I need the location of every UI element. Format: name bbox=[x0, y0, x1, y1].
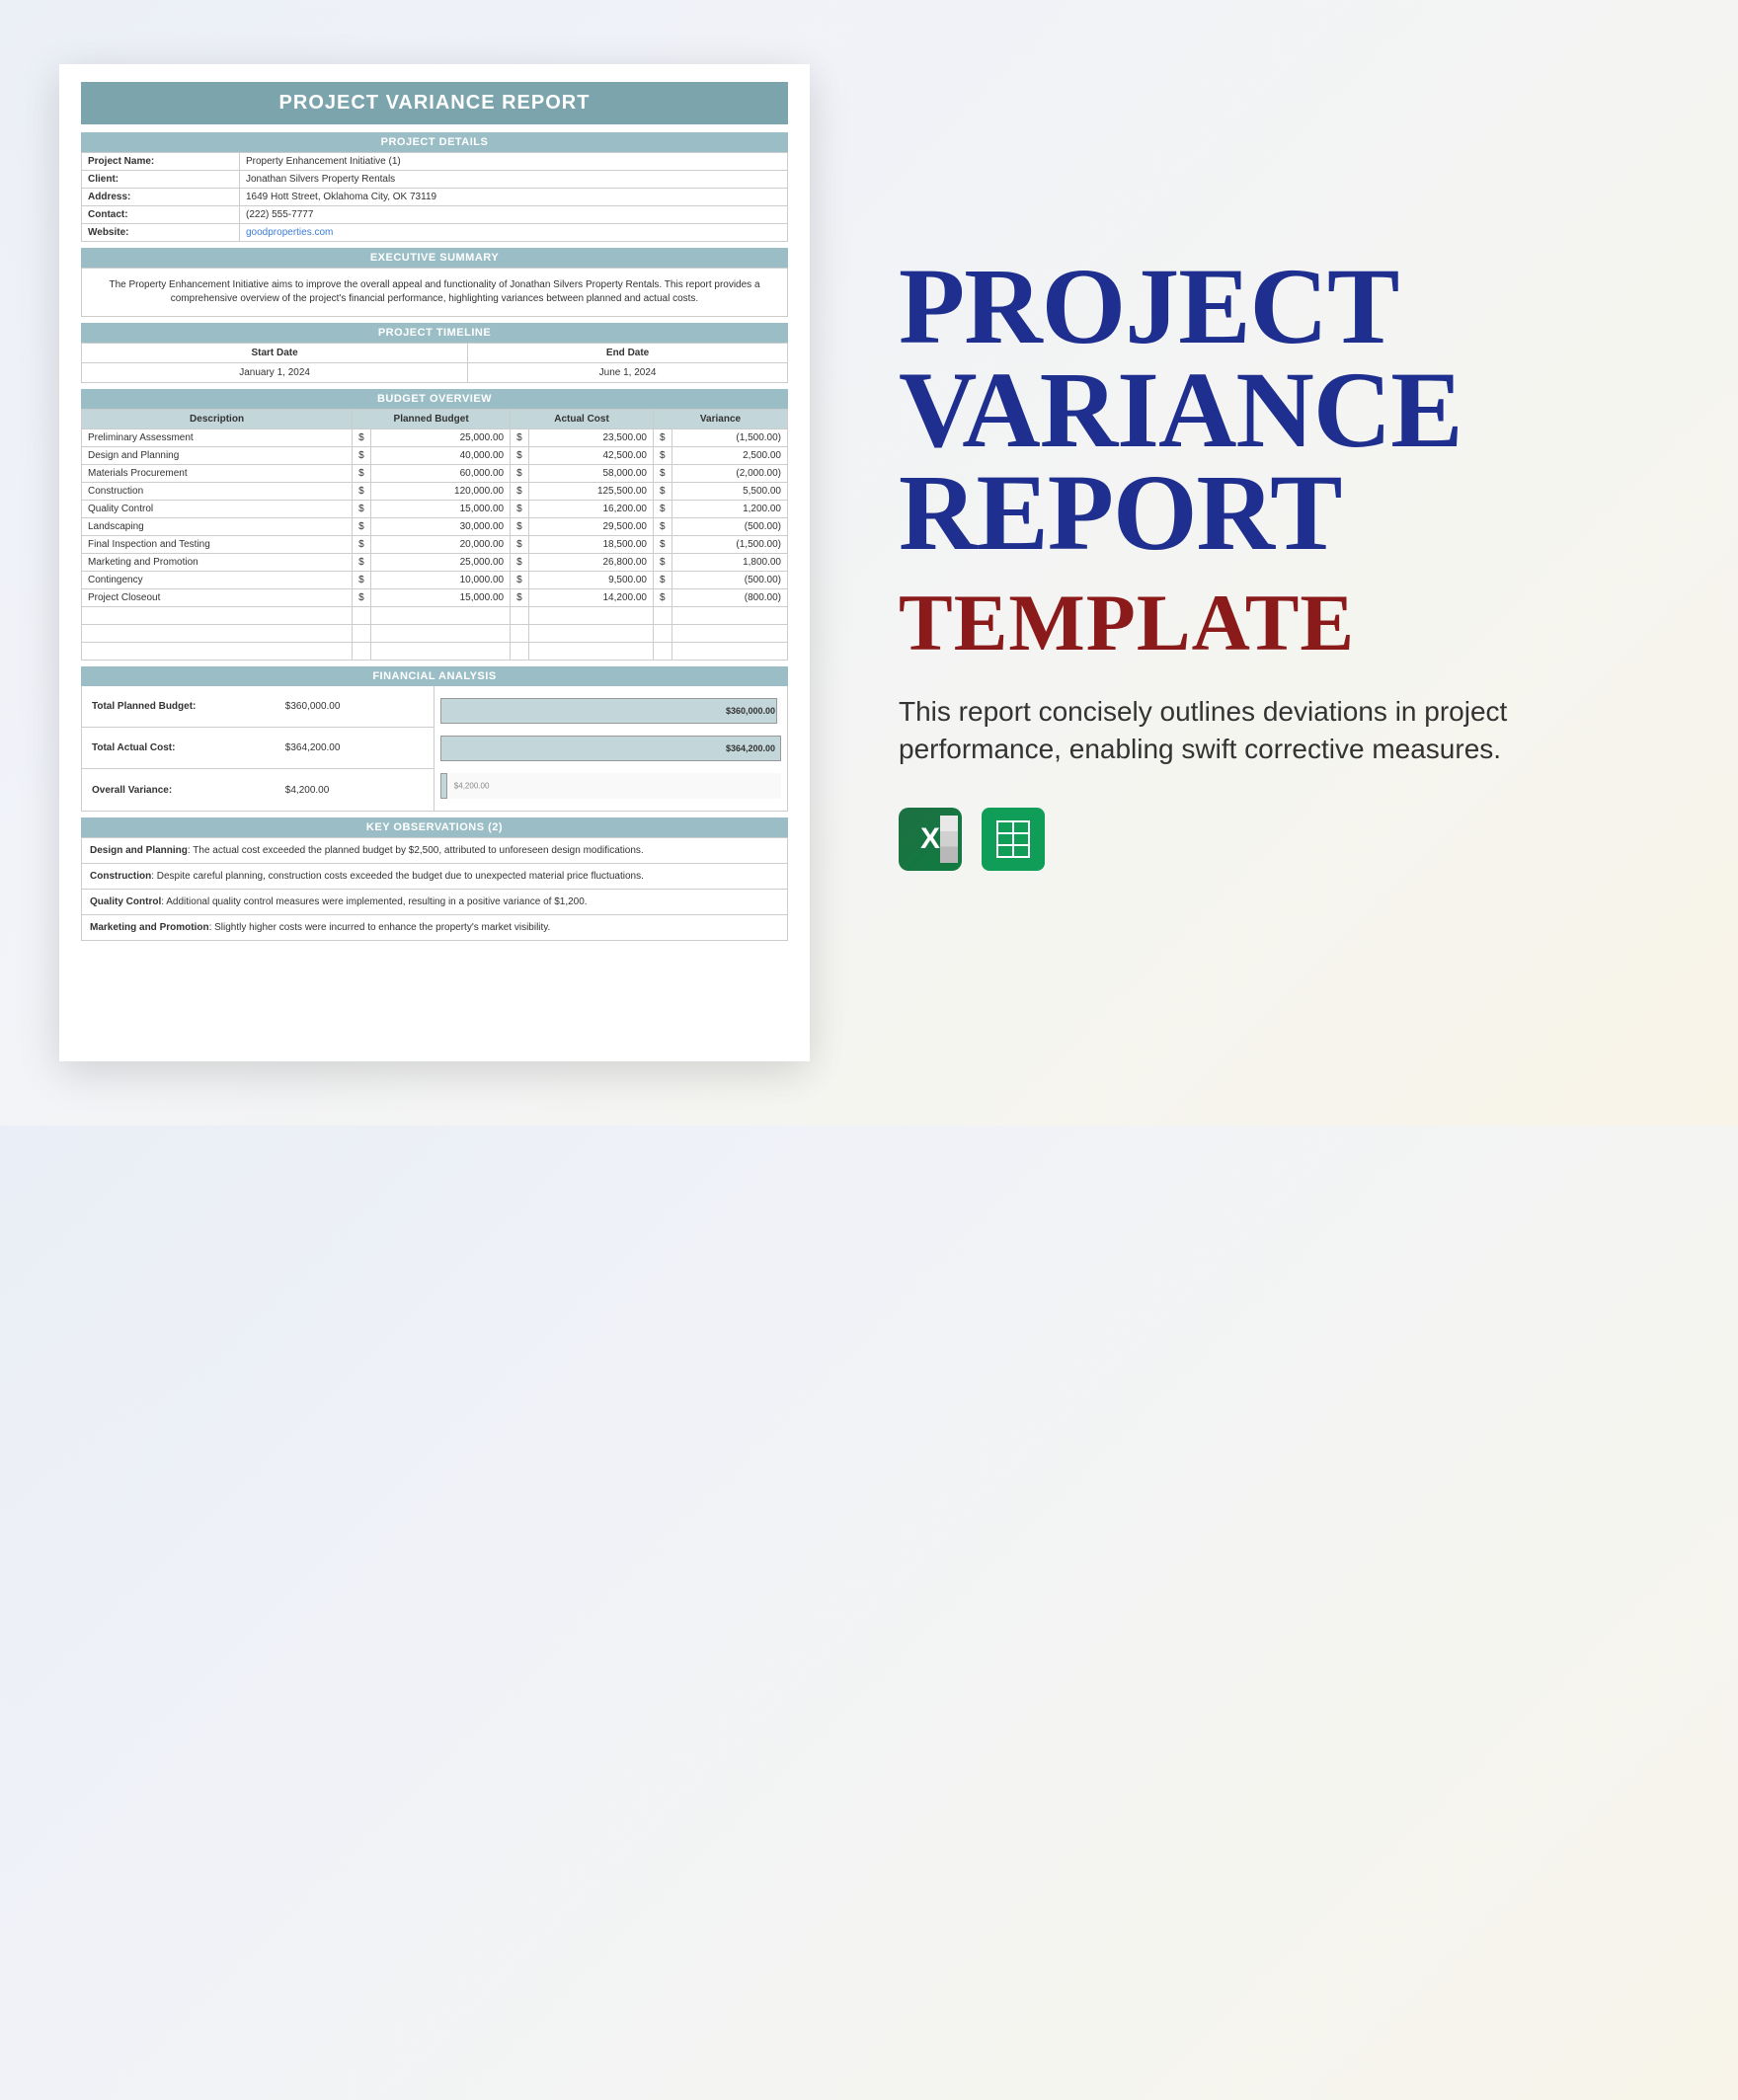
document-preview: PROJECT VARIANCE REPORT PROJECT DETAILS … bbox=[59, 64, 810, 1061]
section-header-observations: KEY OBSERVATIONS (2) bbox=[81, 817, 788, 837]
table-row: Construction $120,000.00 $125,500.00 $5,… bbox=[82, 483, 788, 501]
executive-summary: The Property Enhancement Initiative aims… bbox=[81, 268, 788, 317]
doc-title: PROJECT VARIANCE REPORT bbox=[81, 82, 788, 124]
title-line-2: VARIANCE bbox=[899, 358, 1669, 462]
observation-row: Quality Control: Additional quality cont… bbox=[82, 890, 788, 915]
observation-row: Marketing and Promotion: Slightly higher… bbox=[82, 915, 788, 941]
google-sheets-icon bbox=[982, 808, 1045, 871]
table-row bbox=[82, 625, 788, 643]
excel-icon bbox=[899, 808, 962, 871]
table-row: Marketing and Promotion $25,000.00 $26,8… bbox=[82, 554, 788, 572]
table-row: Contingency $10,000.00 $9,500.00 $(500.0… bbox=[82, 572, 788, 589]
table-row: Final Inspection and Testing $20,000.00 … bbox=[82, 536, 788, 554]
table-row: Materials Procurement $60,000.00 $58,000… bbox=[82, 465, 788, 483]
title-line-3: REPORT bbox=[899, 461, 1669, 565]
section-header-budget: BUDGET OVERVIEW bbox=[81, 389, 788, 409]
table-row: Design and Planning $40,000.00 $42,500.0… bbox=[82, 447, 788, 465]
title-line-1: PROJECT bbox=[899, 255, 1669, 358]
observations-table: Design and Planning: The actual cost exc… bbox=[81, 837, 788, 941]
promo-description: This report concisely outlines deviation… bbox=[899, 693, 1669, 768]
table-row: Quality Control $15,000.00 $16,200.00 $1… bbox=[82, 501, 788, 518]
table-row: Preliminary Assessment $25,000.00 $23,50… bbox=[82, 429, 788, 447]
table-row: Project Closeout $15,000.00 $14,200.00 $… bbox=[82, 589, 788, 607]
chart-bar: $360,000.00 bbox=[440, 698, 781, 724]
chart-bar: $364,200.00 bbox=[440, 736, 781, 761]
table-row: Landscaping $30,000.00 $29,500.00 $(500.… bbox=[82, 518, 788, 536]
section-header-details: PROJECT DETAILS bbox=[81, 132, 788, 152]
financial-chart: $360,000.00 $364,200.00 $4,200.00 bbox=[434, 686, 787, 811]
timeline-table: Start DateEnd Date January 1, 2024June 1… bbox=[81, 343, 788, 383]
subtitle: TEMPLATE bbox=[899, 577, 1669, 669]
section-header-financial: FINANCIAL ANALYSIS bbox=[81, 666, 788, 686]
section-header-timeline: PROJECT TIMELINE bbox=[81, 323, 788, 343]
financial-analysis-row: Total Planned Budget:$360,000.00 Total A… bbox=[81, 686, 788, 812]
title-panel: PROJECT VARIANCE REPORT TEMPLATE This re… bbox=[899, 255, 1669, 870]
observation-row: Construction: Despite careful planning, … bbox=[82, 864, 788, 890]
section-header-summary: EXECUTIVE SUMMARY bbox=[81, 248, 788, 268]
chart-bar: $4,200.00 bbox=[440, 773, 781, 799]
observation-row: Design and Planning: The actual cost exc… bbox=[82, 838, 788, 864]
budget-table: Description Planned Budget Actual Cost V… bbox=[81, 409, 788, 661]
table-row bbox=[82, 643, 788, 661]
project-details-table: Project Name:Property Enhancement Initia… bbox=[81, 152, 788, 242]
table-row bbox=[82, 607, 788, 625]
